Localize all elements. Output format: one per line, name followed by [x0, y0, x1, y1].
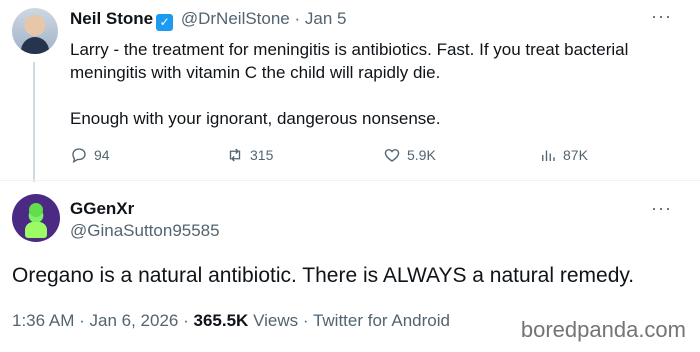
tweet-header: Neil Stone ✓ @DrNeilStone · Jan 5	[70, 9, 347, 31]
separator-dot: ·	[294, 9, 301, 28]
retweet-button[interactable]: 315	[226, 146, 273, 164]
tweet-metadata: 1:36 AM · Jan 6, 2026 · 365.5K Views · T…	[12, 311, 450, 331]
like-button[interactable]: 5.9K	[383, 146, 436, 164]
views-count: 87K	[563, 147, 588, 163]
bar-chart-icon	[542, 150, 555, 161]
tweet-text: Larry - the treatment for meningitis is …	[70, 38, 690, 130]
retweet-icon	[229, 148, 241, 162]
thread-connector-line	[33, 62, 35, 182]
tweet-paragraph-2: Enough with your ignorant, dangerous non…	[70, 109, 441, 128]
author-name[interactable]: Neil Stone	[70, 9, 153, 28]
views-count: 365.5K	[193, 311, 249, 330]
views-label: Views	[253, 311, 299, 330]
watermark: boredpanda.com	[520, 317, 686, 342]
more-options-icon[interactable]: ···	[651, 198, 672, 219]
like-count: 5.9K	[407, 147, 436, 163]
tweet-neil-stone[interactable]: Neil Stone ✓ @DrNeilStone · Jan 5 ··· Lar…	[0, 0, 700, 182]
tweet-date[interactable]: Jan 5	[305, 9, 347, 28]
tweet-time[interactable]: 1:36 AM	[12, 311, 74, 330]
verified-badge-icon: ✓	[156, 14, 174, 31]
author-handle[interactable]: @GinaSutton95585	[70, 221, 220, 241]
tweet-source[interactable]: Twitter for Android	[313, 311, 450, 330]
views-button[interactable]: 87K	[539, 146, 588, 164]
heart-icon	[384, 149, 400, 162]
tweet-date[interactable]: Jan 6, 2026	[90, 311, 179, 330]
separator-dot: ·	[302, 311, 309, 330]
reply-icon	[72, 148, 86, 164]
avatar[interactable]	[12, 8, 58, 54]
retweet-count: 315	[250, 147, 274, 163]
tweet-actions: 94 315 5.9K 87K	[70, 146, 630, 168]
reply-count: 94	[94, 147, 110, 163]
tweet-text: Oregano is a natural antibiotic. There i…	[12, 264, 635, 287]
separator-dot: ·	[79, 311, 85, 330]
more-options-icon[interactable]: ···	[651, 6, 672, 27]
author-handle[interactable]: @DrNeilStone	[181, 9, 290, 28]
author-name[interactable]: GGenXr	[70, 199, 134, 219]
tweet-paragraph-1: Larry - the treatment for meningitis is …	[70, 40, 629, 82]
avatar[interactable]	[12, 194, 60, 242]
separator-dot: ·	[183, 311, 189, 330]
reply-button[interactable]: 94	[70, 146, 110, 164]
